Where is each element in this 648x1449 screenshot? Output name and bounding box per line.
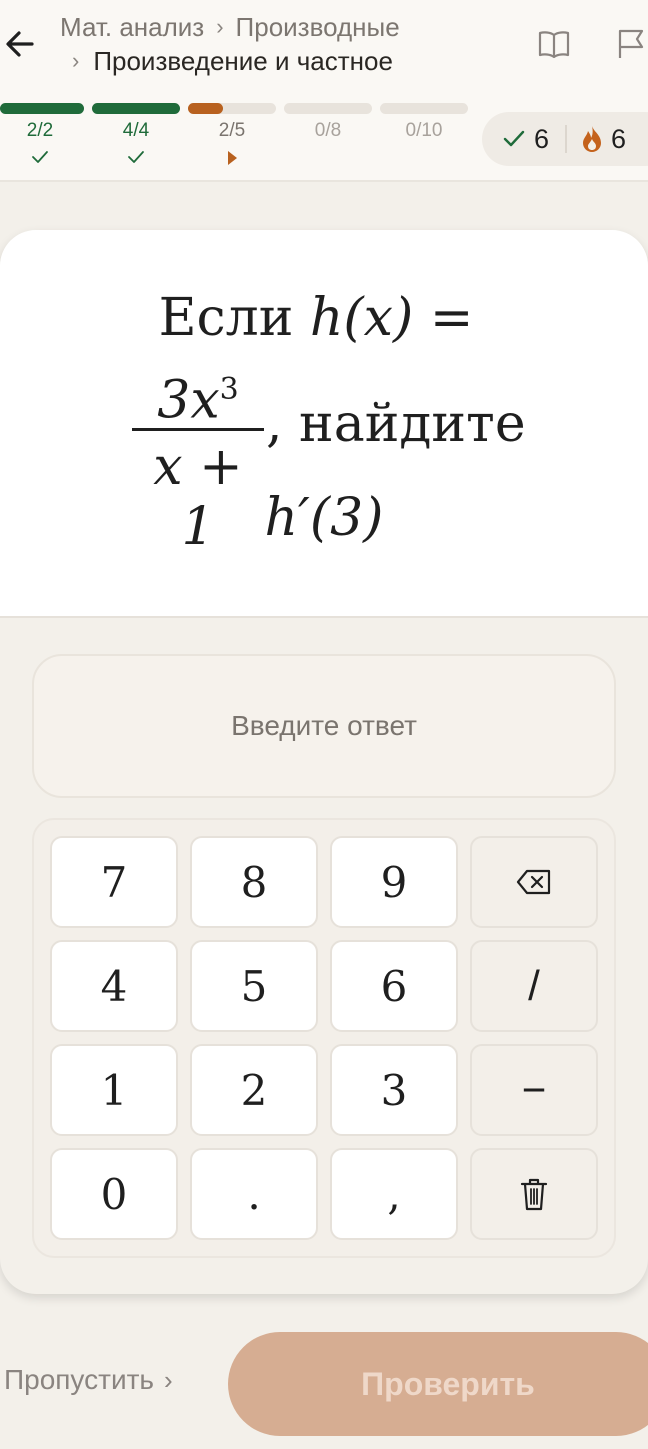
flag-icon [618, 29, 644, 58]
progress-segment-3[interactable] [188, 103, 276, 114]
breadcrumb: Мат. анализ › Производные › Произведение… [60, 10, 400, 78]
key-6[interactable]: 6 [330, 940, 458, 1032]
progress-segment-4[interactable] [284, 103, 372, 114]
trash-icon [520, 1178, 548, 1211]
progress-segment-5[interactable] [380, 103, 468, 114]
book-icon [538, 31, 570, 59]
stats-pill: 6 6 [482, 112, 648, 166]
progress-label: 2/5 [218, 120, 246, 141]
skip-button[interactable]: Пропустить › [4, 1364, 173, 1396]
correct-count-value: 6 [534, 123, 550, 154]
key-dot[interactable]: . [190, 1148, 318, 1240]
fraction-numerator: 3x3 [157, 370, 239, 431]
skip-label: Пропустить [4, 1364, 154, 1395]
streak-count: 6 [581, 124, 626, 155]
progress-label: 2/2 [26, 120, 54, 141]
question-prefix: Если [158, 288, 294, 348]
key-8[interactable]: 8 [190, 836, 318, 928]
keypad: 7 8 9 4 5 6 / 1 2 3 − 0 . , [32, 818, 616, 1258]
progress-segment-2[interactable] [92, 103, 180, 114]
chevron-right-icon: › [216, 14, 224, 39]
key-4[interactable]: 4 [50, 940, 178, 1032]
question-function: h(x) = [309, 288, 474, 348]
key-comma[interactable]: , [330, 1148, 458, 1240]
check-icon [92, 150, 180, 164]
report-button[interactable] [612, 26, 648, 62]
clear-button[interactable] [470, 1148, 598, 1240]
key-minus[interactable]: − [470, 1044, 598, 1136]
back-button[interactable] [0, 22, 40, 66]
top-bar: Мат. анализ › Производные › Произведение… [0, 0, 648, 182]
question-panel: Если h(x) = 3x3 x + 1 , найдите h′(3) [0, 230, 648, 618]
answer-input[interactable]: Введите ответ [32, 654, 616, 798]
arrow-left-icon [6, 31, 34, 57]
book-button[interactable] [536, 26, 572, 62]
check-icon [0, 150, 84, 164]
question-target: h′(3) [264, 488, 384, 548]
chevron-right-icon: › [72, 48, 80, 73]
stats-divider [565, 125, 568, 153]
progress-label: 0/10 [405, 120, 443, 141]
key-2[interactable]: 2 [190, 1044, 318, 1136]
question-line-1: Если h(x) = [0, 288, 632, 348]
current-marker-icon [188, 150, 276, 166]
check-icon [503, 130, 525, 147]
breadcrumb-section[interactable]: Производные [236, 12, 400, 43]
correct-count: 6 [502, 124, 549, 155]
progress-label: 0/8 [314, 120, 342, 141]
streak-count-value: 6 [611, 123, 627, 154]
check-button[interactable]: Проверить [228, 1332, 648, 1436]
chevron-right-icon: › [164, 1364, 173, 1395]
key-1[interactable]: 1 [50, 1044, 178, 1136]
key-3[interactable]: 3 [330, 1044, 458, 1136]
key-5[interactable]: 5 [190, 940, 318, 1032]
progress-label: 4/4 [122, 120, 150, 141]
check-label: Проверить [361, 1365, 535, 1402]
breadcrumb-current: Произведение и частное [93, 45, 393, 76]
key-0[interactable]: 0 [50, 1148, 178, 1240]
key-7[interactable]: 7 [50, 836, 178, 928]
backspace-icon [516, 869, 551, 895]
backspace-button[interactable] [470, 836, 598, 928]
exercise-card: Если h(x) = 3x3 x + 1 , найдите h′(3) Вв… [0, 230, 648, 1294]
flame-icon [583, 126, 602, 152]
question-suffix: , найдите [266, 394, 526, 454]
progress-segment-1[interactable] [0, 103, 84, 114]
breadcrumb-parent[interactable]: Мат. анализ [60, 12, 204, 43]
key-9[interactable]: 9 [330, 836, 458, 928]
question-fraction: 3x3 x + 1 [132, 358, 264, 557]
key-divide[interactable]: / [470, 940, 598, 1032]
